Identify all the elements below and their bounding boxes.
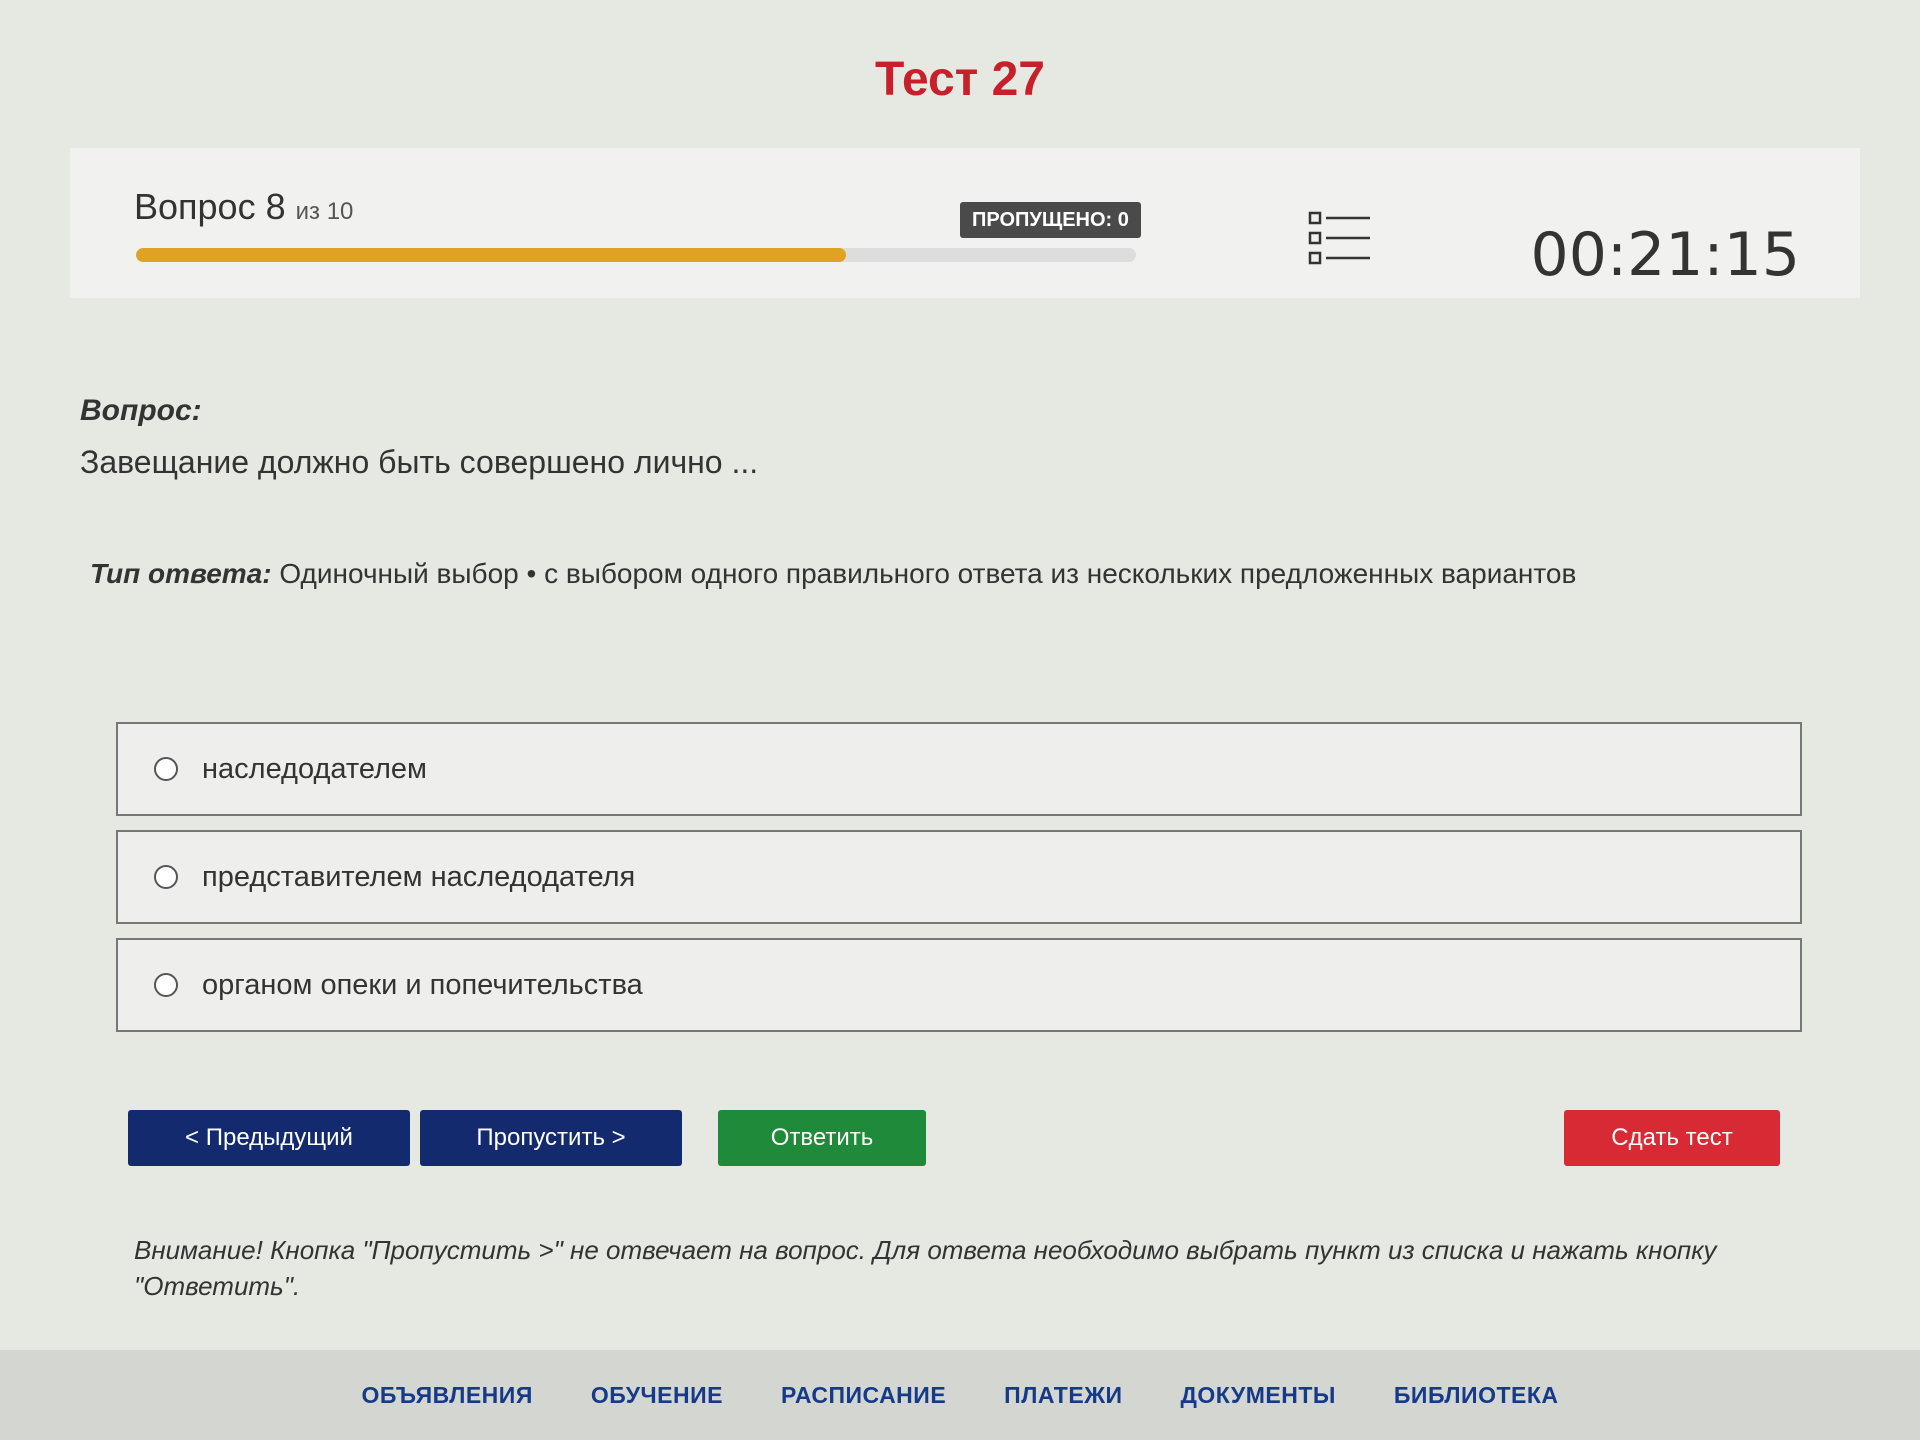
footer-link-schedule[interactable]: РАСПИСАНИЕ: [781, 1382, 946, 1409]
notice-text: Внимание! Кнопка "Пропустить >" не отвеч…: [134, 1235, 1717, 1301]
answer-type-label: Тип ответа:: [90, 558, 272, 589]
timer: 00:21:15: [1530, 220, 1800, 290]
answer-option[interactable]: представителем наследодателя: [116, 830, 1802, 924]
question-text: Завещание должно быть совершено лично ..…: [80, 444, 759, 480]
footer-link-documents[interactable]: ДОКУМЕНТЫ: [1181, 1382, 1336, 1409]
option-label: представителем наследодателя: [202, 860, 636, 893]
progress-fill: [136, 248, 846, 262]
question-number: Вопрос 8: [134, 186, 286, 227]
answer-option[interactable]: органом опеки и попечительства: [116, 938, 1802, 1032]
question-total: из 10: [295, 198, 354, 225]
footer-link-learning[interactable]: ОБУЧЕНИЕ: [591, 1382, 723, 1409]
list-icon[interactable]: [1308, 210, 1372, 268]
previous-button[interactable]: < Предыдущий: [128, 1110, 410, 1166]
answer-type-value: Одиночный выбор • с выбором одного прави…: [271, 558, 1577, 589]
answer-options: наследодателем представителем наследодат…: [116, 722, 1802, 1046]
option-label: наследодателем: [202, 752, 427, 785]
progress-bar: [136, 248, 1136, 262]
question-counter: Вопрос 8 из 10: [134, 186, 353, 228]
radio-button[interactable]: [154, 973, 178, 997]
radio-button[interactable]: [154, 865, 178, 889]
question-label: Вопрос:: [80, 394, 202, 427]
page-title: Тест 27: [875, 53, 1045, 106]
footer-link-library[interactable]: БИБЛИОТЕКА: [1394, 1382, 1559, 1409]
footer-link-payments[interactable]: ПЛАТЕЖИ: [1004, 1382, 1122, 1409]
answer-option[interactable]: наследодателем: [116, 722, 1802, 816]
footer-nav: ОБЪЯВЛЕНИЯ ОБУЧЕНИЕ РАСПИСАНИЕ ПЛАТЕЖИ Д…: [0, 1350, 1920, 1440]
footer-link-announcements[interactable]: ОБЪЯВЛЕНИЯ: [361, 1382, 532, 1409]
skipped-badge: ПРОПУЩЕНО: 0: [960, 202, 1141, 238]
option-label: органом опеки и попечительства: [202, 968, 643, 1001]
status-panel: Вопрос 8 из 10 ПРОПУЩЕНО: 0 00:21:15: [70, 148, 1860, 298]
radio-button[interactable]: [154, 757, 178, 781]
submit-test-button[interactable]: Сдать тест: [1564, 1110, 1780, 1166]
skip-button[interactable]: Пропустить >: [420, 1110, 682, 1166]
answer-type: Тип ответа: Одиночный выбор • с выбором …: [90, 558, 1576, 590]
answer-button[interactable]: Ответить: [718, 1110, 926, 1166]
